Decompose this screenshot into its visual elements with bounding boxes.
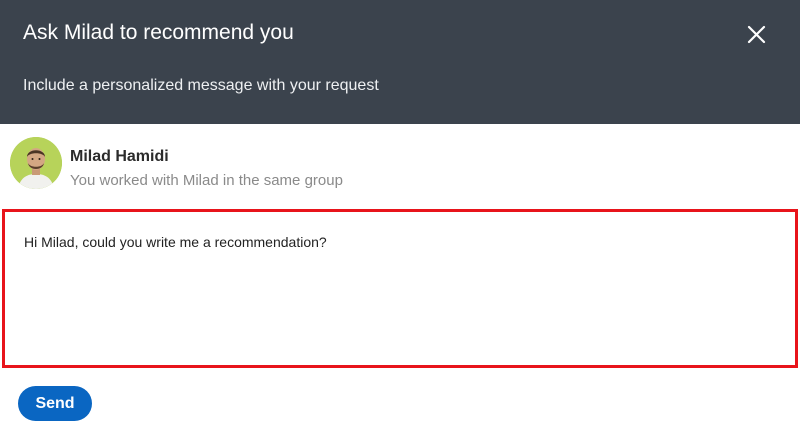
recipient-card: Milad Hamidi You worked with Milad in th… bbox=[0, 124, 800, 204]
dialog-header: Ask Milad to recommend you Include a per… bbox=[0, 0, 800, 124]
dialog-title: Ask Milad to recommend you bbox=[23, 21, 294, 44]
message-textarea[interactable]: Hi Milad, could you write me a recommend… bbox=[2, 209, 798, 368]
avatar bbox=[10, 137, 62, 189]
recipient-name[interactable]: Milad Hamidi bbox=[70, 146, 169, 168]
recommendation-request-dialog: Ask Milad to recommend you Include a per… bbox=[0, 0, 800, 443]
message-text: Hi Milad, could you write me a recommend… bbox=[24, 234, 327, 250]
close-icon bbox=[747, 25, 766, 44]
send-button[interactable]: Send bbox=[18, 386, 92, 421]
close-button[interactable] bbox=[740, 18, 772, 50]
recipient-relation: You worked with Milad in the same group bbox=[70, 172, 343, 189]
dialog-subtitle: Include a personalized message with your… bbox=[23, 77, 379, 94]
